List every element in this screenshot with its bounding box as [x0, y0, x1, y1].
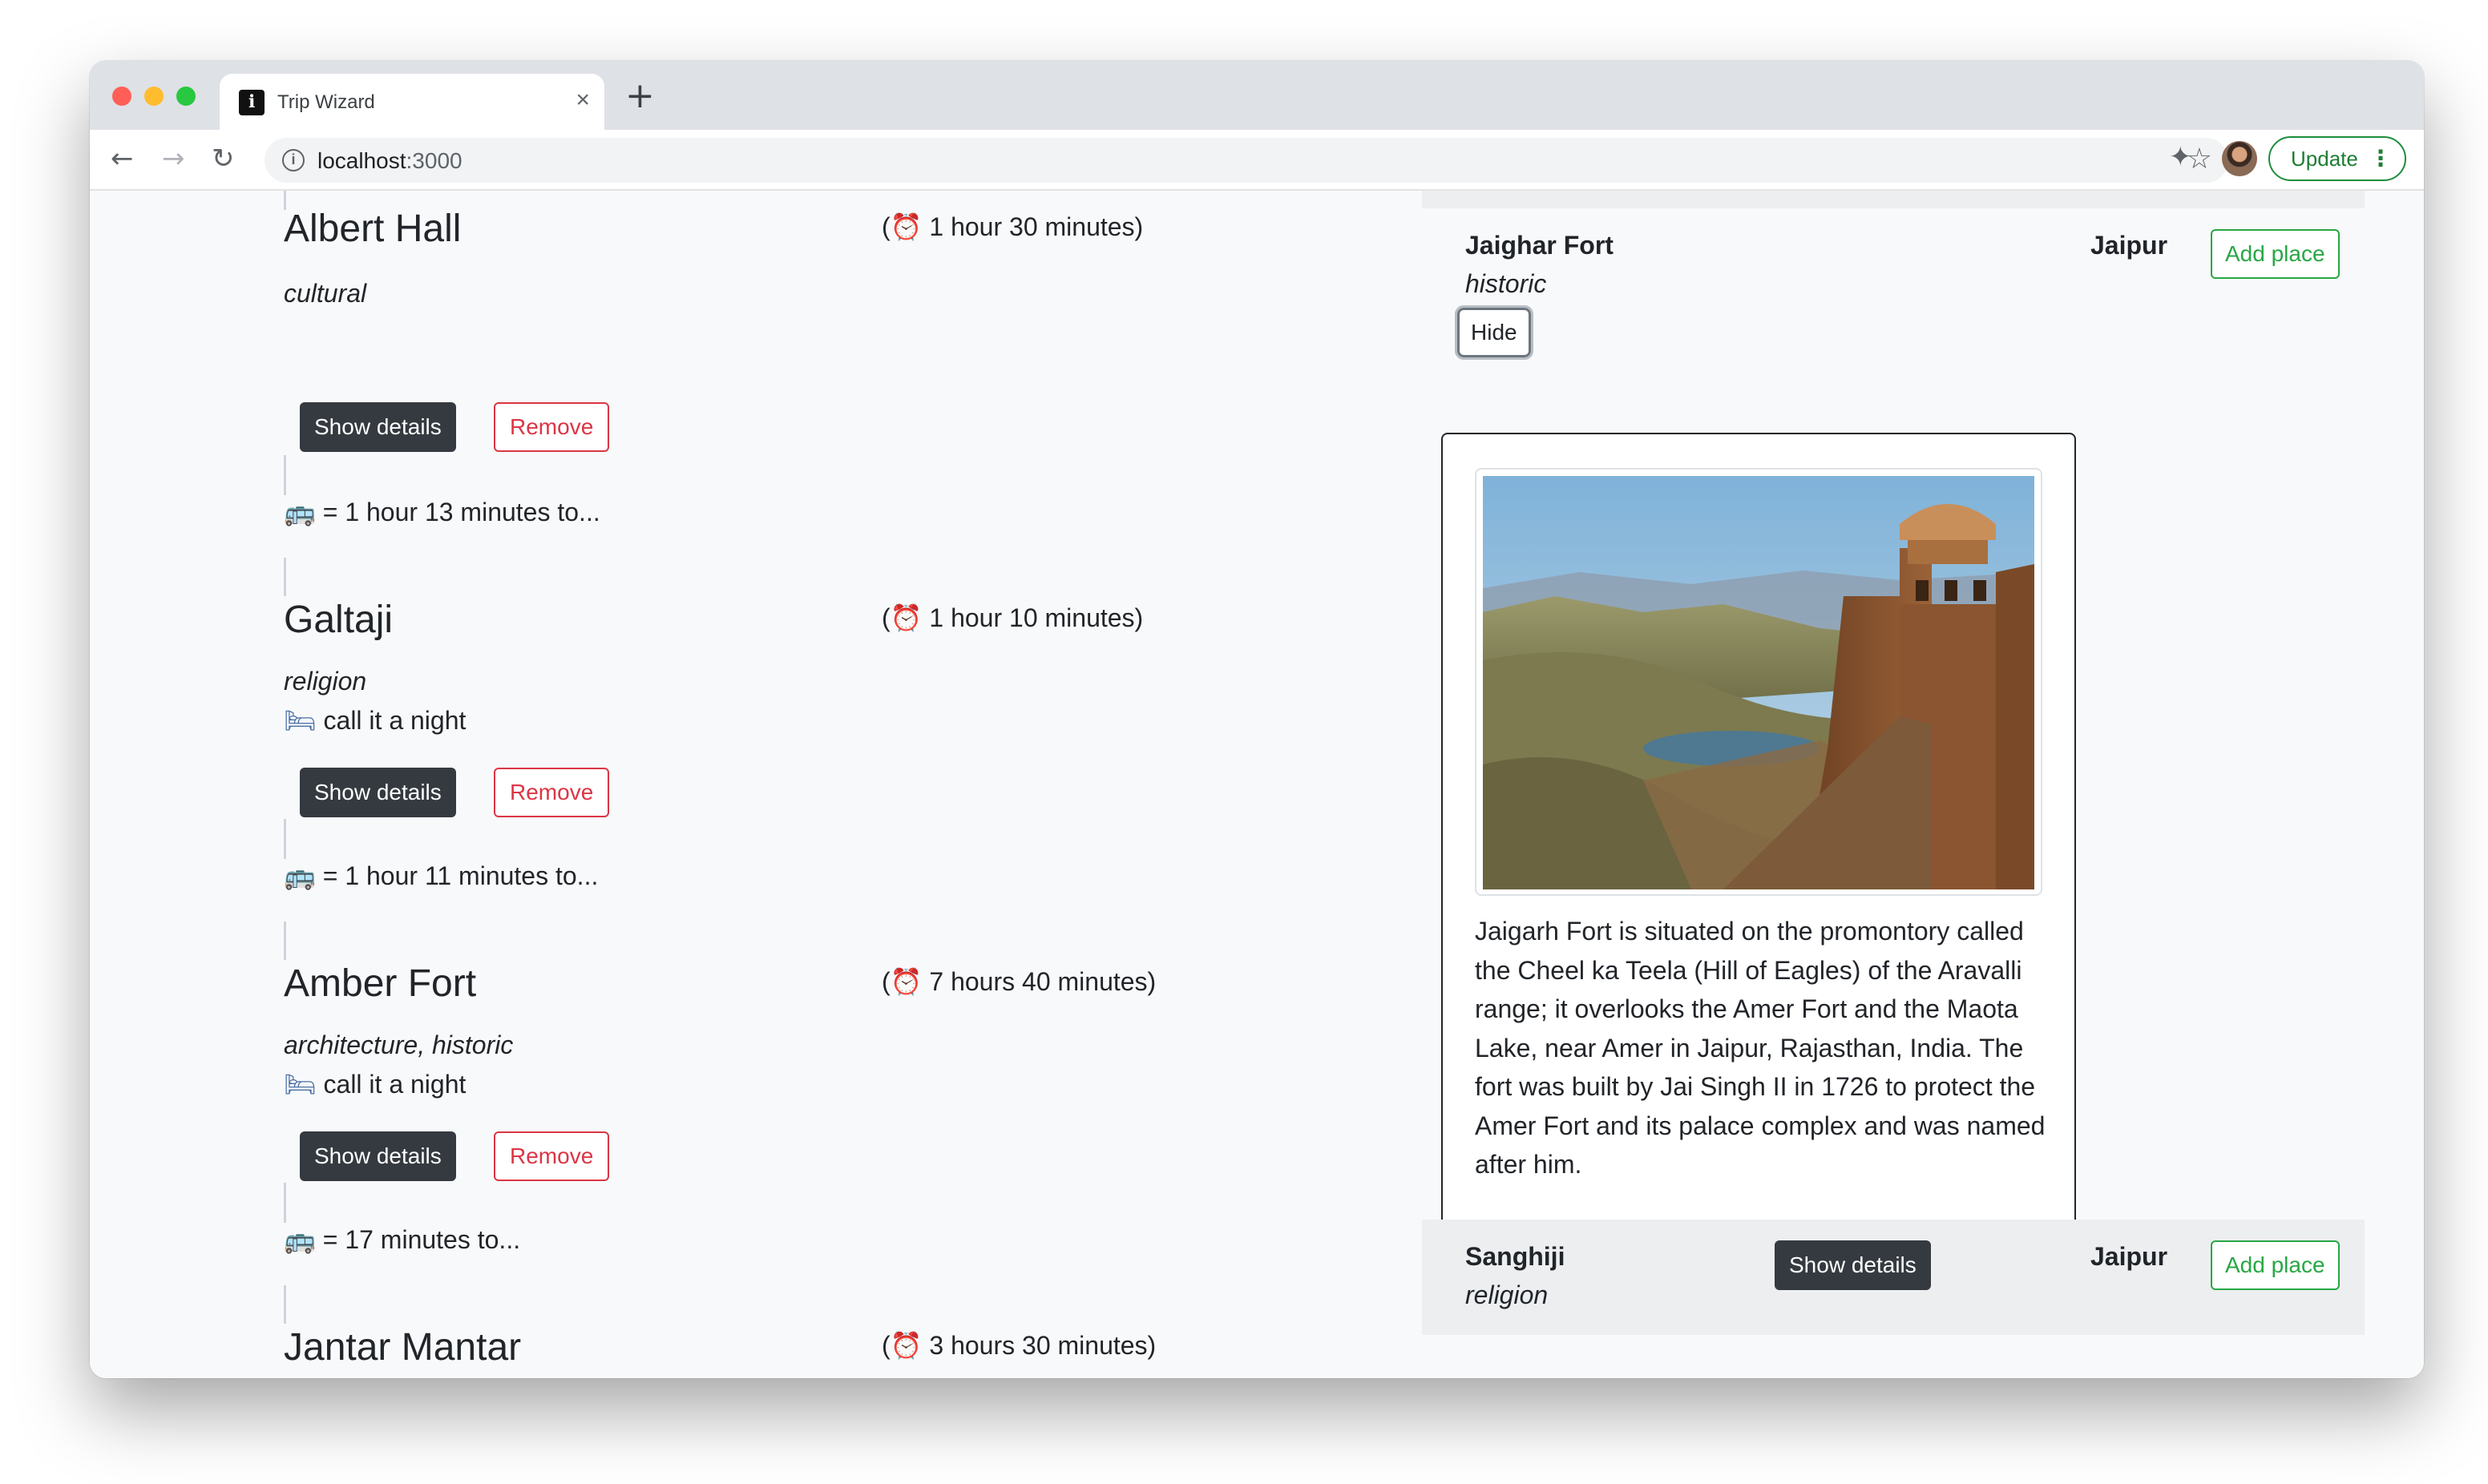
show-details-button[interactable]: Show details: [300, 1131, 456, 1181]
place-detail-panel: Jaigarh Fort is situated on the promonto…: [1441, 433, 2076, 1242]
suggestion-category: religion: [1465, 1280, 1549, 1309]
new-tab-button[interactable]: +: [625, 75, 655, 116]
add-place-button[interactable]: Add place: [2211, 1240, 2340, 1290]
overnight-note: 🛏 call it a night: [284, 1069, 466, 1099]
profile-avatar[interactable]: [2222, 141, 2257, 176]
suggestion-name: Sanghiji: [1465, 1242, 1565, 1271]
reload-icon[interactable]: ↻: [212, 143, 235, 175]
bed-icon: 🛏: [284, 705, 317, 736]
timeline-connector: [284, 921, 286, 960]
address-bar[interactable]: i localhost:3000 ☆: [265, 138, 2228, 183]
jaigarh-fort-photo: [1483, 476, 2034, 889]
place-name: Jantar Mantar: [284, 1326, 522, 1369]
suggestion-card-above: [1422, 191, 2365, 208]
place-categories: cultural: [284, 279, 367, 308]
alarm-clock-icon: ⏰: [890, 966, 923, 997]
page-viewport: Albert Hall (⏰ 1 hour 30 minutes) cultur…: [90, 191, 2424, 1378]
tab-strip: ℹ Trip Wizard × +: [90, 61, 2424, 130]
app-favicon-icon: ℹ: [239, 90, 265, 115]
show-details-button[interactable]: Show details: [300, 402, 456, 452]
show-details-button[interactable]: Show details: [300, 768, 456, 817]
suggestion-city: Jaipur: [2090, 1242, 2168, 1271]
place-duration: (⏰ 3 hours 30 minutes): [882, 1330, 1157, 1361]
suggestion-name: Jaighar Fort: [1465, 231, 1614, 260]
back-arrow-icon[interactable]: ←: [111, 143, 134, 175]
alarm-clock-icon: ⏰: [890, 212, 923, 242]
travel-time: 🚌 = 1 hour 13 minutes to...: [284, 497, 600, 527]
timeline-connector: [284, 455, 286, 495]
timeline-connector: [284, 1285, 286, 1324]
remove-button[interactable]: Remove: [494, 402, 610, 452]
place-description: Jaigarh Fort is situated on the promonto…: [1475, 917, 2046, 1179]
place-name: Albert Hall: [284, 208, 462, 250]
alarm-clock-icon: ⏰: [890, 603, 923, 633]
forward-arrow-icon[interactable]: →: [162, 143, 185, 175]
overnight-note: 🛏 call it a night: [284, 705, 466, 736]
close-window-button[interactable]: [112, 87, 131, 106]
bed-icon: 🛏: [284, 1069, 317, 1099]
place-duration: (⏰ 7 hours 40 minutes): [882, 966, 1157, 997]
show-details-button[interactable]: Show details: [1775, 1240, 1931, 1290]
browser-toolbar: ← → ↻ i localhost:3000 ☆: [90, 130, 2424, 191]
tab-title: Trip Wizard: [277, 91, 375, 113]
place-categories: architecture, historic: [284, 1030, 514, 1059]
place-photo-frame: [1475, 468, 2042, 896]
timeline-connector: [284, 1183, 286, 1223]
browser-window: ℹ Trip Wizard × + ← → ↻ i localhost:3000…: [90, 61, 2424, 1378]
remove-button[interactable]: Remove: [494, 768, 610, 817]
browser-tab[interactable]: ℹ Trip Wizard ×: [220, 74, 604, 130]
place-name: Amber Fort: [284, 962, 477, 1005]
place-duration: (⏰ 1 hour 30 minutes): [882, 212, 1144, 242]
timeline-connector: [284, 819, 286, 859]
update-button[interactable]: Update ⋮: [2268, 136, 2406, 181]
bus-icon: 🚌: [284, 497, 316, 527]
update-label: Update: [2291, 147, 2358, 171]
suggestion-city: Jaipur: [2090, 231, 2168, 260]
suggestion-category: historic: [1465, 269, 1547, 298]
close-tab-icon[interactable]: ×: [576, 87, 590, 114]
place-duration: (⏰ 1 hour 10 minutes): [882, 603, 1144, 633]
alarm-clock-icon: ⏰: [890, 1330, 923, 1361]
timeline-connector: [284, 558, 286, 596]
place-categories: religion: [284, 667, 367, 696]
bus-icon: 🚌: [284, 1224, 316, 1255]
extensions-puzzle-icon[interactable]: ✦: [2169, 141, 2192, 173]
bus-icon: 🚌: [284, 861, 316, 891]
maximize-window-button[interactable]: [176, 87, 196, 106]
itinerary-list: Albert Hall (⏰ 1 hour 30 minutes) cultur…: [194, 191, 1476, 1378]
place-name: Galtaji: [284, 599, 394, 641]
url-text: localhost:3000: [317, 148, 462, 173]
travel-time: 🚌 = 17 minutes to...: [284, 1224, 521, 1255]
suggestion-sanghiji: Sanghiji religion Show details Jaipur Ad…: [1422, 1220, 2365, 1335]
minimize-window-button[interactable]: [144, 87, 164, 106]
travel-time: 🚌 = 1 hour 11 minutes to...: [284, 861, 599, 891]
menu-dots-icon[interactable]: ⋮: [2369, 138, 2392, 179]
hide-details-button[interactable]: Hide: [1455, 305, 1533, 360]
add-place-button[interactable]: Add place: [2211, 229, 2340, 279]
remove-button[interactable]: Remove: [494, 1131, 610, 1181]
site-info-icon[interactable]: i: [282, 149, 305, 171]
